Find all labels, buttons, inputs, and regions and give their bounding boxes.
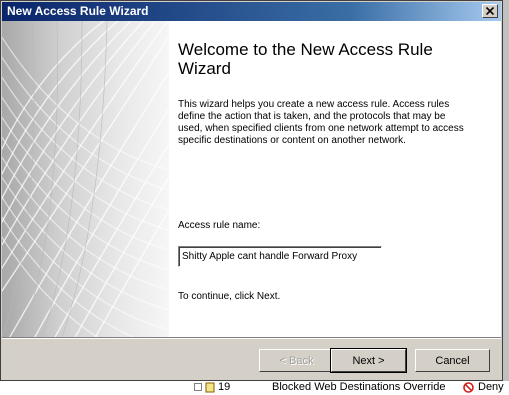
rule-name-label: Access rule name: (178, 220, 261, 231)
mesh-graphic (2, 21, 169, 337)
wizard-side-graphic (2, 21, 169, 337)
cancel-button[interactable]: Cancel (415, 349, 490, 372)
back-button[interactable]: < Back (259, 349, 334, 372)
rule-name-input[interactable] (178, 246, 382, 267)
button-separator (2, 337, 501, 339)
background-scrollbar[interactable] (503, 0, 509, 395)
deny-icon (463, 382, 474, 393)
wizard-page: Welcome to the New Access Rule Wizard Th… (2, 21, 501, 337)
wizard-heading: Welcome to the New Access Rule Wizard (178, 40, 433, 78)
wizard-intro-text: This wizard helps you create a new acces… (178, 99, 464, 146)
background-rule-row[interactable]: 19 Blocked Web Destinations Override Den… (0, 381, 509, 395)
close-button[interactable] (482, 4, 498, 18)
close-icon (486, 7, 494, 15)
wizard-window: New Access Rule Wizard Welcome to the Ne… (0, 0, 503, 381)
window-title: New Access Rule Wizard (7, 4, 149, 18)
expand-icon[interactable] (194, 383, 202, 391)
rule-action: Deny (478, 381, 504, 393)
title-bar[interactable]: New Access Rule Wizard (2, 2, 501, 21)
next-button[interactable]: Next > (330, 348, 407, 373)
rule-icon (205, 382, 215, 393)
rule-name: Blocked Web Destinations Override (272, 381, 446, 393)
continue-instruction: To continue, click Next. (178, 291, 281, 302)
rule-order: 19 (218, 381, 231, 393)
